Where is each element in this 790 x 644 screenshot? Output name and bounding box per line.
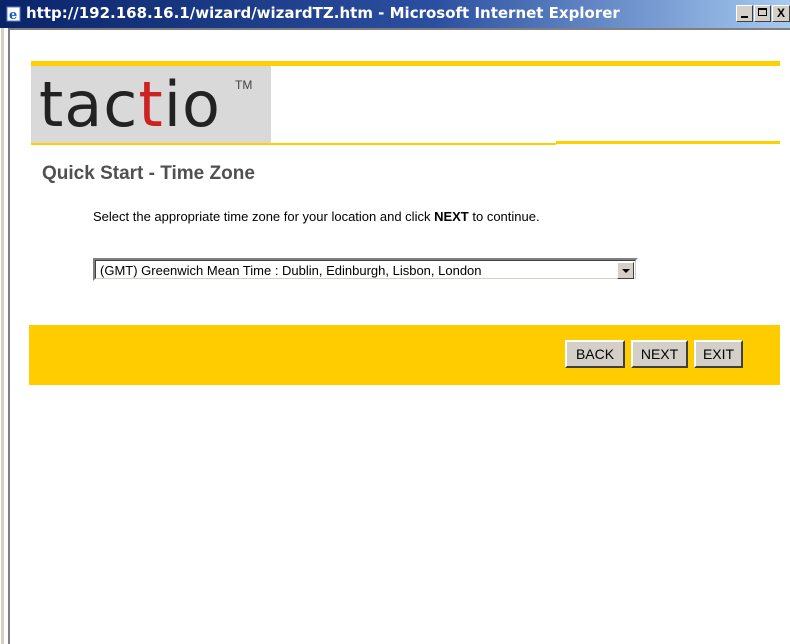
minimize-icon: [741, 16, 748, 18]
logo-text: tactio: [39, 68, 221, 141]
next-button[interactable]: NEXT: [631, 340, 688, 368]
back-button[interactable]: BACK: [565, 340, 625, 368]
dropdown-arrow-icon[interactable]: [617, 262, 634, 279]
svg-text:e: e: [9, 8, 17, 22]
content-border-left: [8, 28, 10, 644]
timezone-selected-value: (GMT) Greenwich Mean Time : Dublin, Edin…: [100, 263, 482, 278]
ie-icon: e: [6, 6, 21, 22]
minimize-button[interactable]: [736, 5, 753, 22]
page-title: Quick Start - Time Zone: [42, 163, 255, 184]
trademark-symbol: TM: [235, 78, 253, 92]
window-titlebar: e http://192.168.16.1/wizard/wizardTZ.ht…: [0, 0, 790, 28]
maximize-button[interactable]: [754, 5, 771, 22]
content-border-top: [8, 28, 790, 30]
exit-button[interactable]: EXIT: [694, 340, 743, 368]
header-accent-underline: [31, 143, 556, 145]
tactio-logo: tactio TM: [31, 66, 271, 143]
header-accent-line-right: [556, 141, 780, 144]
maximize-icon: [758, 8, 767, 16]
window-frame-left: [0, 28, 4, 644]
timezone-select[interactable]: (GMT) Greenwich Mean Time : Dublin, Edin…: [93, 258, 638, 281]
instruction-text: Select the appropriate time zone for you…: [93, 209, 540, 224]
close-icon: X: [776, 6, 785, 20]
timezone-select-field: (GMT) Greenwich Mean Time : Dublin, Edin…: [95, 260, 636, 279]
close-button[interactable]: X: [772, 5, 790, 22]
window-title: http://192.168.16.1/wizard/wizardTZ.htm …: [26, 4, 620, 22]
